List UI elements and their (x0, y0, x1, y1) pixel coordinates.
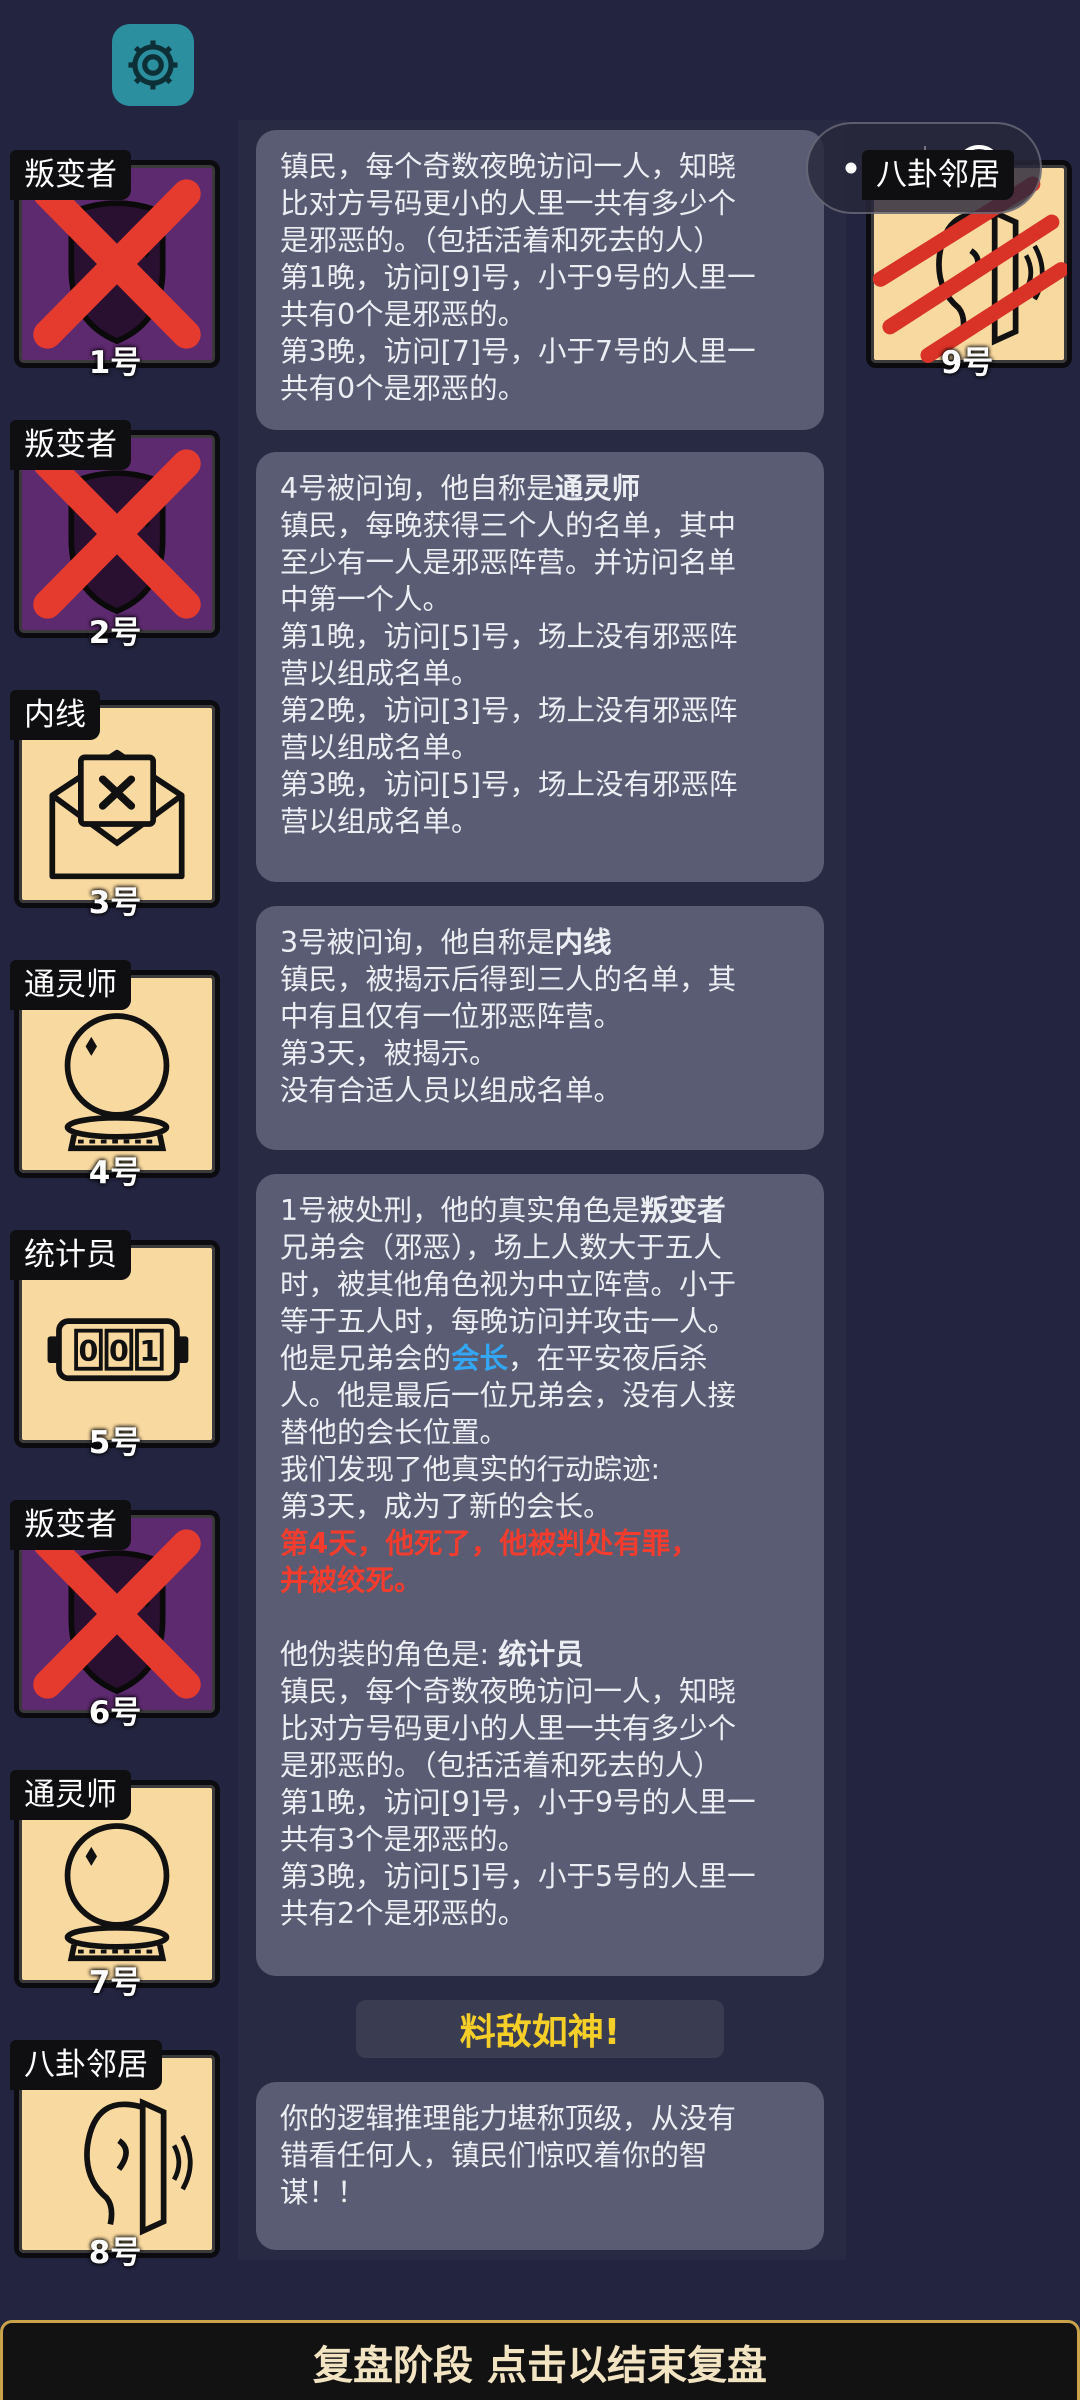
message-line: 第1晚，访问[9]号，小于9号的人里一 (280, 1786, 756, 1819)
player-number: 7号 (88, 1965, 142, 2001)
role-label: 通灵师 (10, 1770, 131, 1820)
message-line: 第1晚，访问[5]号，场上没有邪恶阵 (280, 620, 738, 653)
message-line: 镇民，每晚获得三个人的名单，其中 (280, 509, 737, 542)
role-label: 叛变者 (10, 1500, 131, 1550)
message-line: 没有合适人员以组成名单。 (280, 1074, 623, 1107)
message-line: 至少有一人是邪恶阵营。并访问名单 (280, 546, 737, 579)
message-line: 中有且仅有一位邪恶阵营。 (280, 1000, 623, 1033)
message-intro: 3号被问询，他自称是 (280, 926, 555, 959)
player-card-6[interactable]: 叛变者 6号 (10, 1500, 220, 1731)
gear-icon (128, 40, 178, 90)
message-line: 第3晚，访问[5]号，小于5号的人里一 (280, 1860, 756, 1893)
message-line: 时，被其他角色视为中立阵营。小于 (280, 1268, 737, 1301)
message-line: 中第一个人。 (280, 583, 452, 616)
message-line: 你的逻辑推理能力堪称顶级，从没有 (280, 2102, 737, 2135)
message-line: 第4天，他死了，他被判处有罪， (280, 1527, 699, 1560)
message-line: 营以组成名单。 (280, 731, 480, 764)
role-label: 内线 (10, 690, 100, 740)
message-line: 等于五人时，每晚访问并攻击一人。 (280, 1305, 737, 1338)
player-number: 3号 (88, 885, 142, 921)
disguise-role: 统计员 (498, 1638, 584, 1671)
claimed-role: 通灵师 (554, 472, 641, 505)
role-label: 通灵师 (10, 960, 131, 1010)
message-line: 替他的会长位置。 (280, 1416, 509, 1449)
message-line: 我们发现了他真实的行动踪迹: (280, 1453, 661, 1486)
role-label: 八卦邻居 (862, 150, 1014, 200)
counter-digit: 1 (139, 1335, 159, 1368)
message-line: 并被绞死。 (280, 1564, 423, 1597)
message-line: 镇民，每个奇数夜晚访问一人，知晓 (280, 1675, 737, 1708)
message-line: 营以组成名单。 (280, 657, 480, 690)
player-card-9[interactable]: 八卦邻居 9号 (862, 150, 1072, 381)
counter-digit: 0 (79, 1335, 99, 1368)
message-line: 比对方号码更小的人里一共有多少个 (280, 187, 737, 220)
message-line: 第3天，成为了新的会长。 (280, 1490, 612, 1523)
message-line: 第1晚，访问[9]号，小于9号的人里一 (280, 261, 756, 294)
message-line: 共有0个是邪恶的。 (280, 298, 527, 331)
log-message-4: 4号被问询，他自称是通灵师 镇民，每晚获得三个人的名单，其中 至少有一人是邪恶阵营… (256, 452, 824, 882)
log-message-3: 3号被问询，他自称是内线 镇民，被揭示后得到三人的名单，其 中有且仅有一位邪恶阵营… (256, 906, 824, 1150)
message-line: 镇民，每个奇数夜晚访问一人，知晓 (280, 150, 737, 183)
log-message-1: 1号被处刑，他的真实角色是叛变者 兄弟会（邪恶），场上人数大于五人 时，被其他角色… (256, 1174, 824, 1976)
leader-suffix: ，在平安夜后杀 (508, 1342, 708, 1375)
message-line: 第2晚，访问[3]号，场上没有邪恶阵 (280, 694, 738, 727)
player-card-5[interactable]: 0 0 1 统计员 5号 (10, 1230, 220, 1461)
player-card-3[interactable]: 内线 3号 (10, 690, 220, 921)
claimed-role: 内线 (554, 926, 612, 959)
message-intro: 4号被问询，他自称是 (280, 472, 555, 505)
player-number: 4号 (88, 1155, 142, 1191)
message-line: 错看任何人，镇民们惊叹着你的智 (280, 2139, 708, 2172)
role-label: 统计员 (10, 1230, 131, 1280)
message-line: 兄弟会（邪恶），场上人数大于五人 (280, 1231, 722, 1264)
end-review-bar[interactable]: 复盘阶段 点击以结束复盘 (0, 2320, 1080, 2400)
player-card-7[interactable]: 通灵师 7号 (10, 1770, 220, 2001)
player-card-8[interactable]: 八卦邻居 8号 (10, 2040, 220, 2271)
true-role: 叛变者 (640, 1194, 726, 1227)
player-card-2[interactable]: 叛变者 2号 (10, 420, 220, 651)
message-line: 共有0个是邪恶的。 (280, 372, 527, 405)
message-line: 共有2个是邪恶的。 (280, 1897, 527, 1930)
message-line: 是邪恶的。（包括活着和死去的人） (280, 224, 722, 257)
player-number: 1号 (88, 345, 142, 381)
player-card-1[interactable]: 叛变者 1号 (10, 150, 220, 381)
message-line: 营以组成名单。 (280, 805, 480, 838)
leader-title: 会长 (451, 1342, 509, 1375)
message-line: 比对方号码更小的人里一共有多少个 (280, 1712, 737, 1745)
player-number: 6号 (88, 1695, 142, 1731)
message-line: 镇民，被揭示后得到三人的名单，其 (280, 963, 737, 996)
message-line: 第3天，被揭示。 (280, 1037, 498, 1070)
log-message-summary: 你的逻辑推理能力堪称顶级，从没有 错看任何人，镇民们惊叹着你的智 谋！！ (256, 2082, 824, 2250)
role-label: 八卦邻居 (10, 2040, 162, 2090)
message-intro: 1号被处刑，他的真实角色是 (280, 1194, 641, 1227)
result-banner: 料敌如神! (356, 2000, 724, 2058)
log-message-9: 镇民，每个奇数夜晚访问一人，知晓 比对方号码更小的人里一共有多少个 是邪恶的。（包括… (256, 130, 824, 430)
player-number: 9号 (940, 345, 994, 381)
message-line: 谋！！ (280, 2176, 366, 2209)
disguise-prefix: 他伪装的角色是: (280, 1638, 499, 1671)
message-line: 是邪恶的。（包括活着和死去的人） (280, 1749, 722, 1782)
player-number: 5号 (88, 1425, 142, 1461)
role-label: 叛变者 (10, 420, 131, 470)
player-number: 2号 (88, 615, 142, 651)
message-line: 共有3个是邪恶的。 (280, 1823, 527, 1856)
role-label: 叛变者 (10, 150, 131, 200)
message-line: 第3晚，访问[7]号，小于7号的人里一 (280, 335, 756, 368)
message-line: 人。他是最后一位兄弟会，没有人接 (280, 1379, 737, 1412)
leader-prefix: 他是兄弟会的 (280, 1342, 452, 1375)
counter-digit: 0 (109, 1335, 129, 1368)
player-card-4[interactable]: 通灵师 4号 (10, 960, 220, 1191)
player-number: 8号 (88, 2235, 142, 2271)
message-line: 第3晚，访问[5]号，场上没有邪恶阵 (280, 768, 738, 801)
settings-button[interactable] (112, 24, 194, 106)
